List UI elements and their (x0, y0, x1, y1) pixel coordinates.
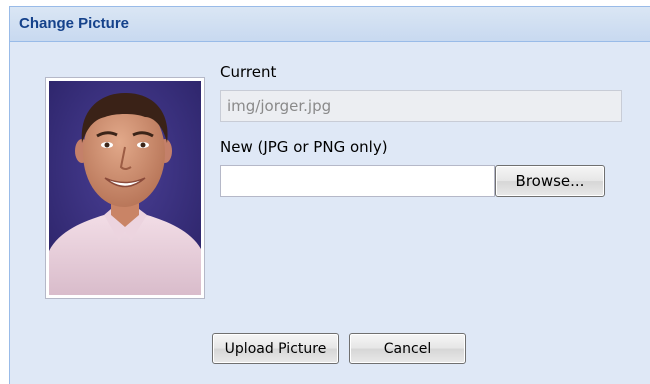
current-path-value: img/jorger.jpg (227, 97, 332, 115)
browse-button[interactable]: Browse... (495, 165, 605, 197)
upload-picture-button[interactable]: Upload Picture (212, 333, 339, 364)
dialog-title: Change Picture (19, 15, 130, 32)
cancel-button[interactable]: Cancel (349, 333, 466, 364)
profile-photo-image (49, 81, 201, 295)
change-picture-dialog: Change Picture Current img/jorger.jpg Ne… (9, 6, 650, 384)
dialog-titlebar: Change Picture (10, 7, 650, 42)
new-file-input[interactable] (220, 165, 495, 197)
current-path-field: img/jorger.jpg (220, 90, 622, 122)
current-label: Current (220, 63, 277, 81)
current-profile-photo (45, 77, 205, 299)
new-file-label: New (JPG or PNG only) (220, 138, 388, 156)
